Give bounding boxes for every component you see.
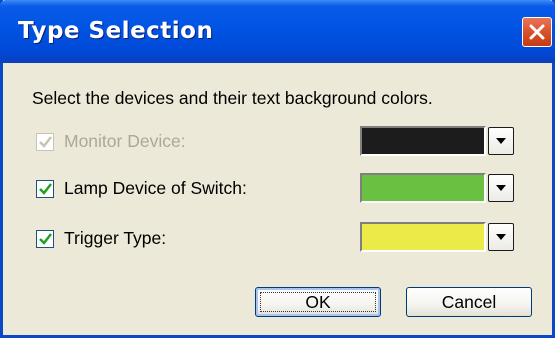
trigger-type-label: Trigger Type: xyxy=(64,228,167,248)
close-icon xyxy=(529,24,545,40)
monitor-device-label: Monitor Device: xyxy=(64,131,186,151)
chevron-down-icon xyxy=(496,185,506,191)
ok-button-label: OK xyxy=(305,291,331,312)
check-icon xyxy=(39,183,52,195)
ok-button[interactable]: OK xyxy=(255,287,381,317)
cancel-button-label: Cancel xyxy=(441,291,497,312)
monitor-device-color-swatch[interactable] xyxy=(360,126,486,156)
trigger-type-color-dropdown[interactable] xyxy=(488,223,514,251)
instruction-text: Select the devices and their text backgr… xyxy=(32,88,433,108)
lamp-device-color-dropdown[interactable] xyxy=(488,174,514,202)
check-icon xyxy=(39,233,52,245)
trigger-type-color-swatch[interactable] xyxy=(360,222,486,252)
title-bar[interactable]: Type Selection xyxy=(0,0,555,63)
check-icon xyxy=(39,136,52,148)
monitor-device-color-dropdown[interactable] xyxy=(488,127,514,155)
cancel-button[interactable]: Cancel xyxy=(406,287,532,317)
chevron-down-icon xyxy=(496,138,506,144)
trigger-type-checkbox[interactable] xyxy=(36,230,54,248)
lamp-device-label: Lamp Device of Switch: xyxy=(64,178,247,198)
lamp-device-checkbox[interactable] xyxy=(36,180,54,198)
type-selection-dialog: Type Selection Select the devices and th… xyxy=(0,0,555,338)
lamp-device-color-swatch[interactable] xyxy=(360,173,486,203)
dialog-title: Type Selection xyxy=(18,18,214,44)
chevron-down-icon xyxy=(496,234,506,240)
monitor-device-checkbox xyxy=(36,133,54,151)
close-button[interactable] xyxy=(522,17,552,47)
